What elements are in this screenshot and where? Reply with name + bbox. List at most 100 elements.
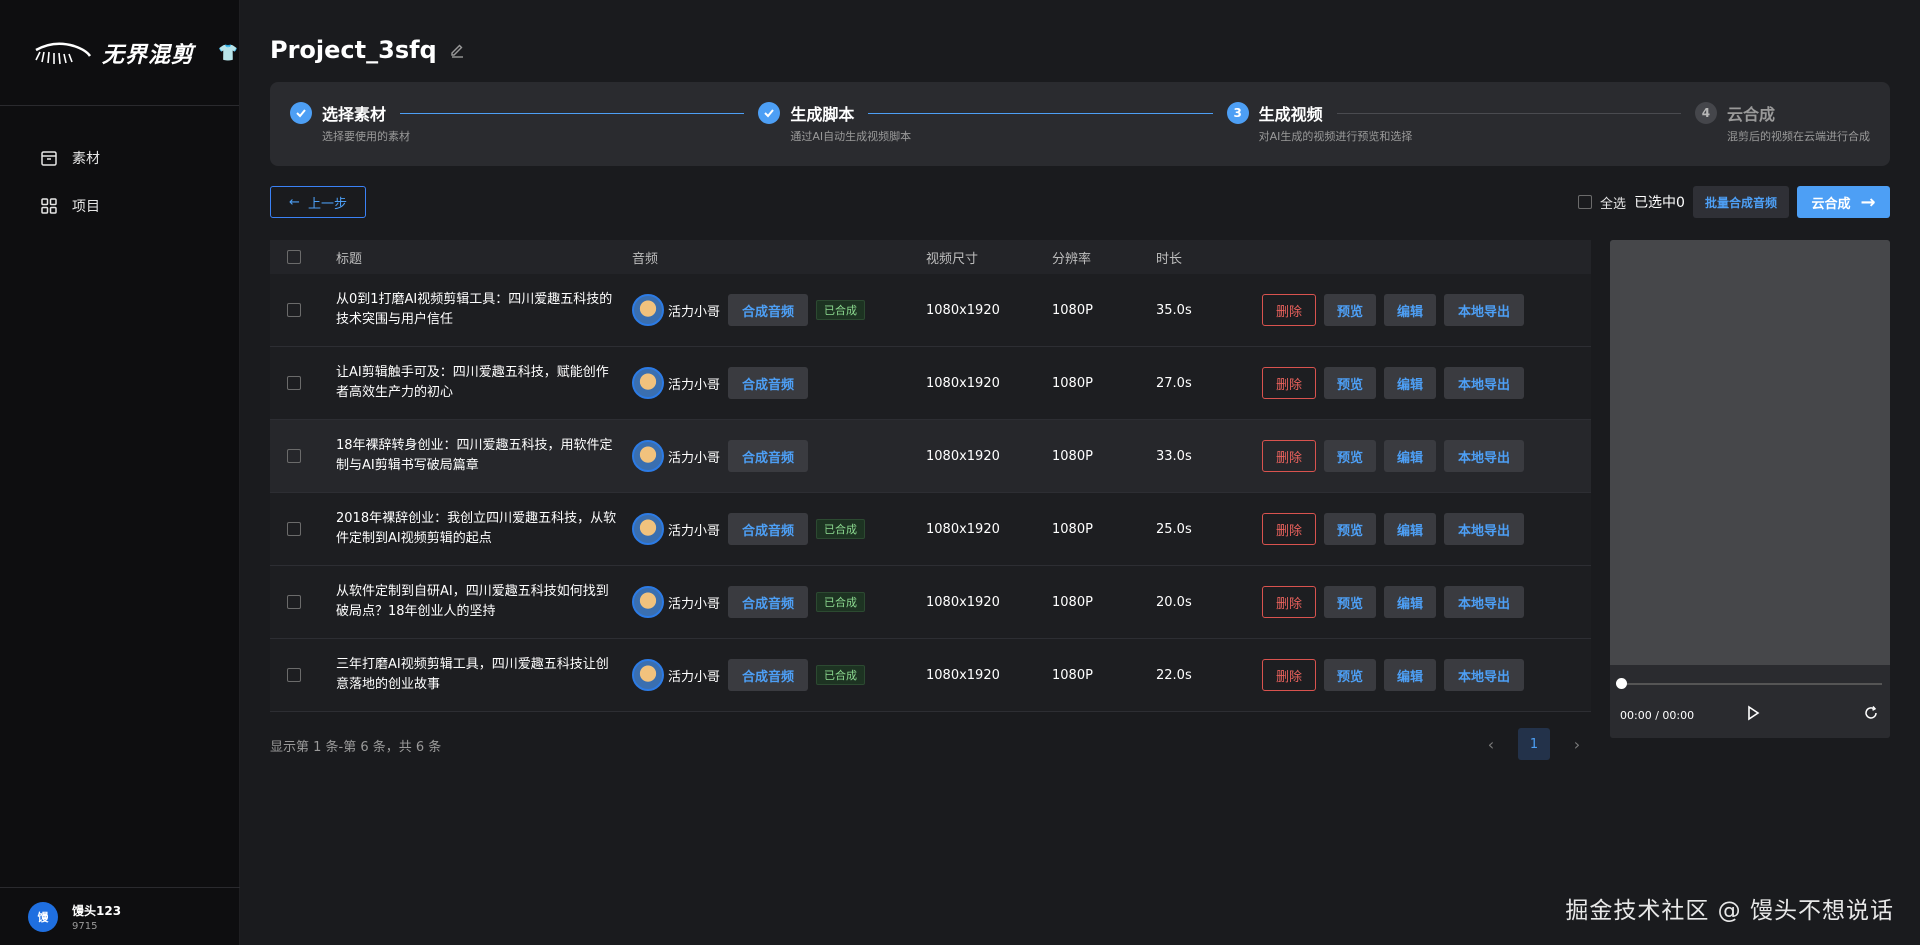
delete-button[interactable]: 删除 — [1262, 513, 1316, 545]
reload-icon[interactable] — [1863, 705, 1879, 721]
page-button[interactable]: 1 — [1518, 728, 1550, 760]
table-row[interactable]: 18年裸辞转身创业：四川爱趣五科技，用软件定制与AI剪辑书写破局篇章 活力小哥 … — [270, 420, 1591, 493]
synthesize-audio-button[interactable]: 合成音频 — [728, 440, 809, 472]
step-connector — [400, 112, 745, 114]
check-icon — [758, 102, 781, 124]
video-preview: 00:00 / 00:00 — [1610, 240, 1890, 738]
col-audio: 音频 — [632, 251, 659, 267]
app-name: 无界混剪 — [102, 42, 195, 68]
synthesize-audio-button[interactable]: 合成音频 — [728, 513, 809, 545]
delete-button[interactable]: 删除 — [1262, 659, 1316, 691]
row-checkbox[interactable] — [287, 668, 301, 682]
logo-eye-icon — [35, 42, 92, 64]
table-row[interactable]: 2018年裸辞创业：我创立四川爱趣五科技，从软件定制到AI视频剪辑的起点 活力小… — [270, 493, 1591, 566]
progress-handle[interactable] — [1616, 678, 1627, 689]
step-title: 选择素材 — [322, 105, 387, 124]
preview-button[interactable]: 预览 — [1324, 659, 1376, 691]
time-display: 00:00 / 00:00 — [1620, 709, 1695, 722]
video-table: 标题 音频 视频尺寸 分辨率 时长 从0到1打磨AI视频剪辑工具：四川爱趣五科技… — [270, 240, 1591, 712]
resolution: 1080P — [1052, 448, 1093, 464]
preview-button[interactable]: 预览 — [1324, 367, 1376, 399]
step-number: 3 — [1226, 102, 1249, 124]
local-export-button[interactable]: 本地导出 — [1444, 294, 1524, 326]
step-desc: 选择要使用的素材 — [322, 130, 410, 143]
back-button[interactable]: ← 上一步 — [270, 186, 366, 218]
status-badge: 已合成 — [816, 592, 866, 612]
cloud-synthesis-button[interactable]: 云合成 → — [1797, 186, 1890, 218]
toolbar: ← 上一步 全选 已选中0 批量合成音频 云合成 → — [270, 186, 1890, 218]
arrow-left-icon: ← — [289, 194, 300, 210]
select-all[interactable]: 全选 — [1578, 193, 1626, 212]
duration: 35.0s — [1156, 302, 1192, 318]
delete-button[interactable]: 删除 — [1262, 440, 1316, 472]
row-checkbox[interactable] — [287, 376, 301, 390]
avatar — [632, 294, 664, 326]
play-icon[interactable] — [1744, 704, 1762, 722]
app-logo[interactable]: 无界混剪 👕 — [0, 0, 239, 106]
avatar — [632, 440, 664, 472]
step-select-material[interactable]: 选择素材 选择要使用的素材 — [290, 102, 758, 166]
preview-button[interactable]: 预览 — [1324, 586, 1376, 618]
step-desc: 混剪后的视频在云端进行合成 — [1726, 130, 1870, 143]
user-profile[interactable]: 馒 馒头123 9715 — [0, 887, 240, 945]
row-checkbox[interactable] — [287, 449, 301, 463]
batch-synthesize-audio-button[interactable]: 批量合成音频 — [1692, 186, 1789, 218]
step-number: 4 — [1694, 102, 1717, 124]
step-desc: 对AI生成的视频进行预览和选择 — [1258, 130, 1413, 143]
local-export-button[interactable]: 本地导出 — [1444, 659, 1524, 691]
table-row[interactable]: 从软件定制到自研AI，四川爱趣五科技如何找到破局点？18年创业人的坚持 活力小哥… — [270, 566, 1591, 639]
player-controls: 00:00 / 00:00 — [1610, 665, 1890, 738]
video-screen[interactable] — [1610, 240, 1890, 665]
local-export-button[interactable]: 本地导出 — [1444, 586, 1524, 618]
synthesize-audio-button[interactable]: 合成音频 — [728, 586, 809, 618]
resolution: 1080P — [1052, 667, 1093, 683]
tshirt-icon[interactable]: 👕 — [218, 43, 238, 62]
duration: 22.0s — [1156, 667, 1192, 683]
col-duration: 时长 — [1156, 251, 1183, 267]
resolution: 1080P — [1052, 302, 1093, 318]
edit-button[interactable]: 编辑 — [1384, 367, 1436, 399]
sidebar: 无界混剪 👕 素材 项目 馒 馒头123 9715 — [0, 0, 240, 945]
preview-button[interactable]: 预览 — [1324, 294, 1376, 326]
synthesize-audio-button[interactable]: 合成音频 — [728, 367, 809, 399]
local-export-button[interactable]: 本地导出 — [1444, 513, 1524, 545]
table-row[interactable]: 从0到1打磨AI视频剪辑工具：四川爱趣五科技的技术突围与用户信任 活力小哥 合成… — [270, 274, 1591, 347]
step-cloud-synthesis[interactable]: 4 云合成 混剪后的视频在云端进行合成 — [1694, 102, 1870, 166]
local-export-button[interactable]: 本地导出 — [1444, 440, 1524, 472]
table-row[interactable]: 让AI剪辑触手可及：四川爱趣五科技，赋能创作者高效生产力的初心 活力小哥 合成音… — [270, 347, 1591, 420]
delete-button[interactable]: 删除 — [1262, 294, 1316, 326]
preview-button[interactable]: 预览 — [1324, 440, 1376, 472]
user-name: 馒头123 — [72, 903, 122, 918]
sidebar-item-projects[interactable]: 项目 — [0, 182, 239, 230]
voice-name: 活力小哥 — [668, 304, 721, 320]
progress-steps: 选择素材 选择要使用的素材 生成脚本 通过AI自动生成视频脚本 3 生成视频 对… — [270, 82, 1890, 166]
video-size: 1080x1920 — [926, 375, 1000, 391]
preview-button[interactable]: 预览 — [1324, 513, 1376, 545]
user-id: 9715 — [72, 920, 98, 932]
duration: 27.0s — [1156, 375, 1192, 391]
step-generate-script[interactable]: 生成脚本 通过AI自动生成视频脚本 — [758, 102, 1226, 166]
row-checkbox[interactable] — [287, 522, 301, 536]
step-generate-video[interactable]: 3 生成视频 对AI生成的视频进行预览和选择 — [1226, 102, 1695, 166]
delete-button[interactable]: 删除 — [1262, 586, 1316, 618]
synthesize-audio-button[interactable]: 合成音频 — [728, 294, 809, 326]
chevron-right-icon[interactable]: › — [1568, 735, 1586, 754]
row-checkbox[interactable] — [287, 595, 301, 609]
delete-button[interactable]: 删除 — [1262, 367, 1316, 399]
edit-button[interactable]: 编辑 — [1384, 440, 1436, 472]
edit-button[interactable]: 编辑 — [1384, 294, 1436, 326]
table-row[interactable]: 三年打磨AI视频剪辑工具，四川爱趣五科技让创意落地的创业故事 活力小哥 合成音频… — [270, 639, 1591, 712]
header-checkbox[interactable] — [287, 250, 301, 264]
synthesize-audio-button[interactable]: 合成音频 — [728, 659, 809, 691]
table-header: 标题 音频 视频尺寸 分辨率 时长 — [270, 240, 1591, 274]
pencil-icon[interactable] — [449, 42, 465, 58]
local-export-button[interactable]: 本地导出 — [1444, 367, 1524, 399]
edit-button[interactable]: 编辑 — [1384, 659, 1436, 691]
progress-track[interactable] — [1620, 683, 1882, 685]
sidebar-item-materials[interactable]: 素材 — [0, 134, 239, 182]
select-all-checkbox[interactable] — [1578, 195, 1593, 209]
chevron-left-icon[interactable]: ‹ — [1482, 735, 1500, 754]
row-checkbox[interactable] — [287, 303, 301, 317]
edit-button[interactable]: 编辑 — [1384, 586, 1436, 618]
edit-button[interactable]: 编辑 — [1384, 513, 1436, 545]
